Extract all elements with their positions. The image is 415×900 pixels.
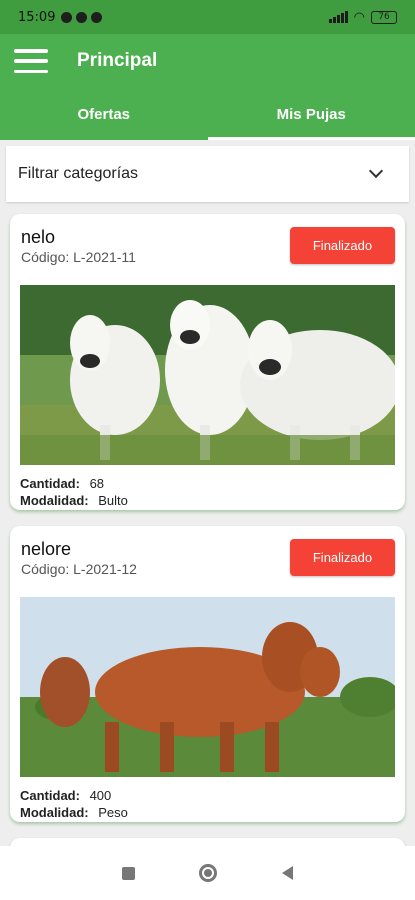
app-notification-icon	[91, 11, 103, 23]
mode-row: Modalidad: Peso	[20, 805, 128, 820]
status-bar: 15:09 ◠ 76	[0, 0, 415, 34]
cattle-photo	[20, 597, 395, 777]
page-title: Principal	[77, 50, 158, 71]
facebook-icon	[61, 11, 73, 23]
chevron-down-icon	[368, 163, 384, 179]
status-right: ◠ 76	[328, 9, 397, 25]
system-nav-bar	[0, 846, 415, 900]
quantity-row: Cantidad: 400	[20, 788, 111, 803]
status-badge[interactable]: Finalizado	[290, 227, 395, 264]
hamburger-icon[interactable]	[14, 49, 48, 73]
quantity-value: 68	[89, 476, 105, 491]
battery-icon: 76	[371, 10, 397, 24]
lot-name: nelo	[21, 227, 56, 247]
mode-label: Modalidad:	[20, 493, 89, 508]
wifi-icon: ◠	[353, 9, 365, 24]
quantity-label: Cantidad:	[20, 476, 80, 491]
square-icon[interactable]	[122, 866, 136, 880]
facebook-icon	[76, 11, 88, 23]
mode-value: Peso	[98, 805, 128, 820]
status-time: 15:09	[18, 9, 56, 25]
circle-icon[interactable]	[199, 864, 218, 882]
notification-icons	[61, 11, 103, 23]
filter-label: Filtrar categorías	[18, 165, 139, 182]
lot-code: Código: L-2021-11	[21, 249, 136, 265]
tab-bar: Ofertas Mis Pujas	[0, 88, 415, 140]
back-triangle-icon[interactable]	[281, 866, 293, 880]
mode-row: Modalidad: Bulto	[20, 493, 128, 508]
tab-mis-pujas[interactable]: Mis Pujas	[207, 88, 415, 140]
quantity-value: 400	[89, 788, 112, 803]
category-filter-dropdown[interactable]: Filtrar categorías	[6, 146, 409, 202]
signal-icon	[328, 11, 348, 23]
battery-level: 76	[378, 12, 390, 22]
app-bar: Principal	[0, 34, 415, 88]
lot-card[interactable]: nelore Código: L-2021-12 Finalizado Cant…	[10, 526, 405, 822]
mode-value: Bulto	[98, 493, 128, 508]
lot-code: Código: L-2021-12	[21, 561, 137, 577]
lot-card[interactable]: nelo Código: L-2021-11 Finalizado Cantid…	[10, 214, 405, 510]
quantity-label: Cantidad:	[20, 788, 80, 803]
cattle-photo	[20, 285, 395, 465]
status-badge[interactable]: Finalizado	[290, 539, 395, 576]
tab-ofertas[interactable]: Ofertas	[0, 88, 208, 140]
quantity-row: Cantidad: 68	[20, 476, 104, 491]
mode-label: Modalidad:	[20, 805, 89, 820]
lot-name: nelore	[21, 539, 72, 559]
